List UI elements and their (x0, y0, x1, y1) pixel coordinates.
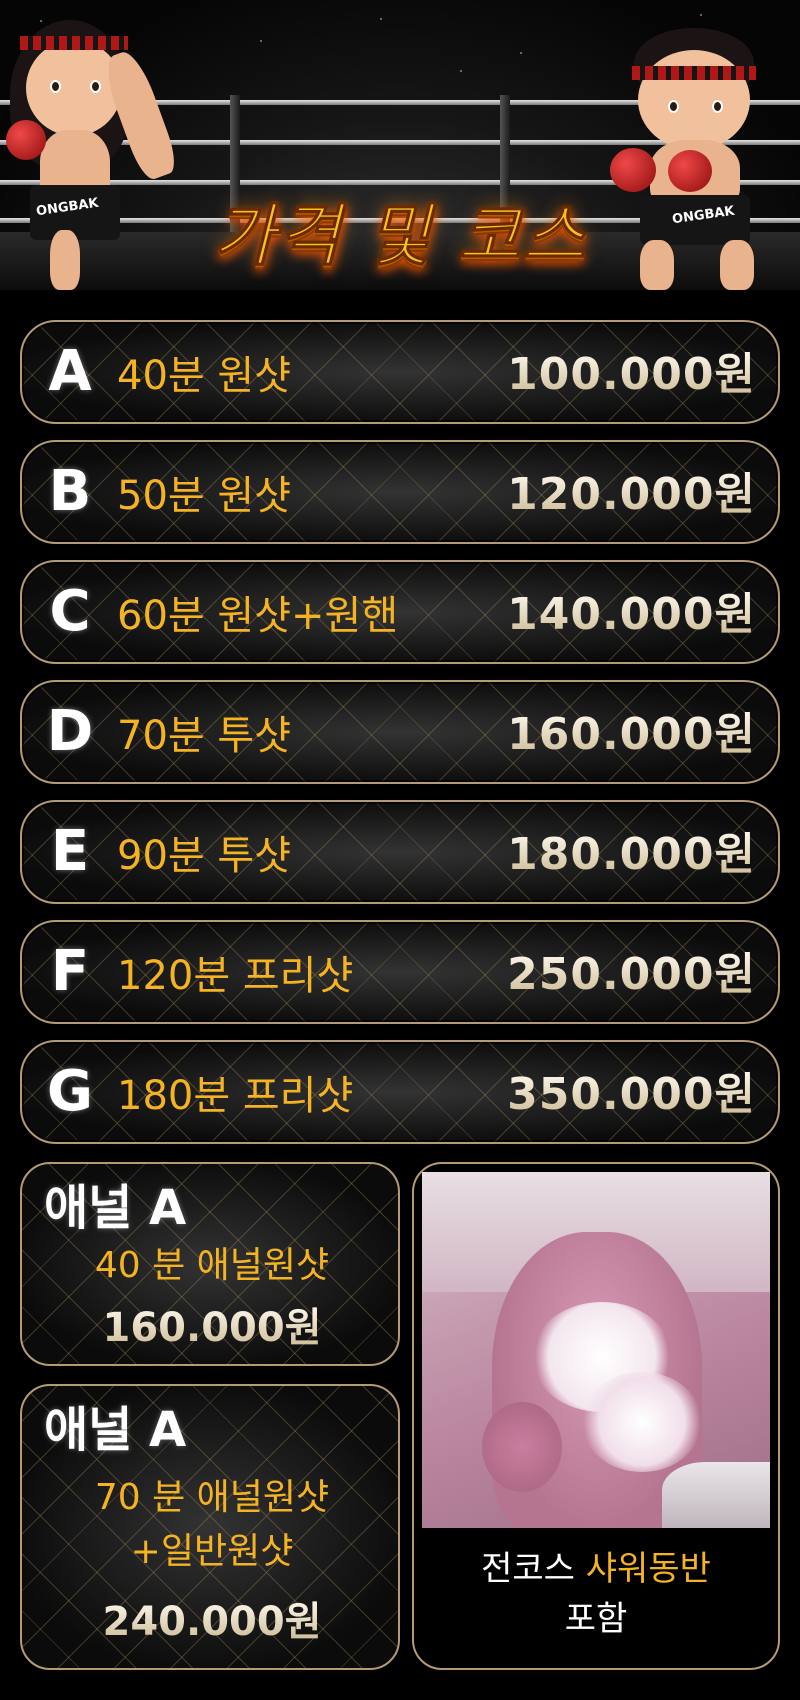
course-letter: E (50, 819, 90, 884)
course-letter: G (47, 1059, 93, 1124)
promo-caption-suffix: 포함 (564, 1599, 628, 1639)
fighter-head (638, 50, 750, 150)
course-name: 50분 원샷 (117, 473, 292, 519)
star-dot (260, 40, 262, 42)
course-row-c: C 60분 원샷+원핸 140.000원 (20, 560, 780, 664)
course-name: 120분 프리샷 (117, 953, 354, 999)
promo-caption-prefix: 전코스 (481, 1549, 586, 1589)
star-dot (460, 70, 462, 72)
header-banner: ONGBAK ONGBAK 가격 및 코스 (0, 0, 800, 290)
promo-caption-highlight: 샤워동반 (585, 1549, 711, 1589)
page-title: 가격 및 코스 (212, 197, 588, 277)
headband (20, 36, 128, 50)
course-name: 60분 원샷+원핸 (117, 593, 399, 639)
fighter-head (26, 40, 122, 136)
course-price: 160.000원 (507, 709, 756, 760)
course-name: 70분 투샷 (117, 713, 292, 759)
course-row-e: E 90분 투샷 180.000원 (20, 800, 780, 904)
fighter-eye (668, 100, 679, 113)
photo-foam (582, 1372, 702, 1472)
anal-course-box-2: 애널 A 70 분 애널원샷 +일반원샷 240.000원 (20, 1384, 400, 1670)
headband (632, 66, 756, 80)
photo-bathtub (662, 1462, 770, 1528)
course-row-d: D 70분 투샷 160.000원 (20, 680, 780, 784)
course-row-a: A 40분 원샷 100.000원 (20, 320, 780, 424)
course-name: 180분 프리샷 (117, 1073, 354, 1119)
fighter-eye (90, 80, 101, 93)
star-dot (520, 52, 522, 54)
promo-caption: 전코스 샤워동반 포함 (414, 1544, 778, 1644)
anal-course-title: 애널 A (44, 1180, 187, 1236)
anal-course-description: 70 분 애널원샷 (94, 1477, 330, 1518)
course-price: 100.000원 (507, 349, 756, 400)
course-price: 120.000원 (507, 469, 756, 520)
course-price: 180.000원 (507, 829, 756, 880)
promo-photo (422, 1172, 770, 1528)
anal-course-box-1: 애널 A 40 분 애널원샷 160.000원 (20, 1162, 400, 1366)
photo-hand (482, 1402, 562, 1492)
boxing-glove (6, 120, 46, 160)
anal-course-description: 40 분 애널원샷 (94, 1245, 330, 1286)
course-row-f: F 120분 프리샷 250.000원 (20, 920, 780, 1024)
star-dot (380, 18, 382, 20)
anal-course-description-extra: +일반원샷 (130, 1531, 294, 1572)
course-row-g: G 180분 프리샷 350.000원 (20, 1040, 780, 1144)
course-letter: A (48, 339, 92, 404)
fighter-eye (50, 80, 61, 93)
anal-course-price: 160.000원 (22, 1304, 398, 1352)
fighter-eye (712, 100, 723, 113)
course-price: 250.000원 (507, 949, 756, 1000)
course-price: 350.000원 (507, 1069, 756, 1120)
course-row-b: B 50분 원샷 120.000원 (20, 440, 780, 544)
course-list: A 40분 원샷 100.000원 B 50분 원샷 120.000원 C 60… (20, 320, 780, 1160)
course-letter: F (50, 939, 90, 1004)
course-letter: B (48, 459, 92, 524)
course-name: 90분 투샷 (117, 833, 292, 879)
anal-course-title: 애널 A (44, 1402, 187, 1458)
course-name: 40분 원샷 (117, 353, 292, 399)
shower-promo-card: 전코스 샤워동반 포함 (412, 1162, 780, 1670)
course-letter: D (46, 699, 94, 764)
course-letter: C (49, 579, 91, 644)
anal-course-price: 240.000원 (22, 1598, 398, 1646)
course-price: 140.000원 (507, 589, 756, 640)
